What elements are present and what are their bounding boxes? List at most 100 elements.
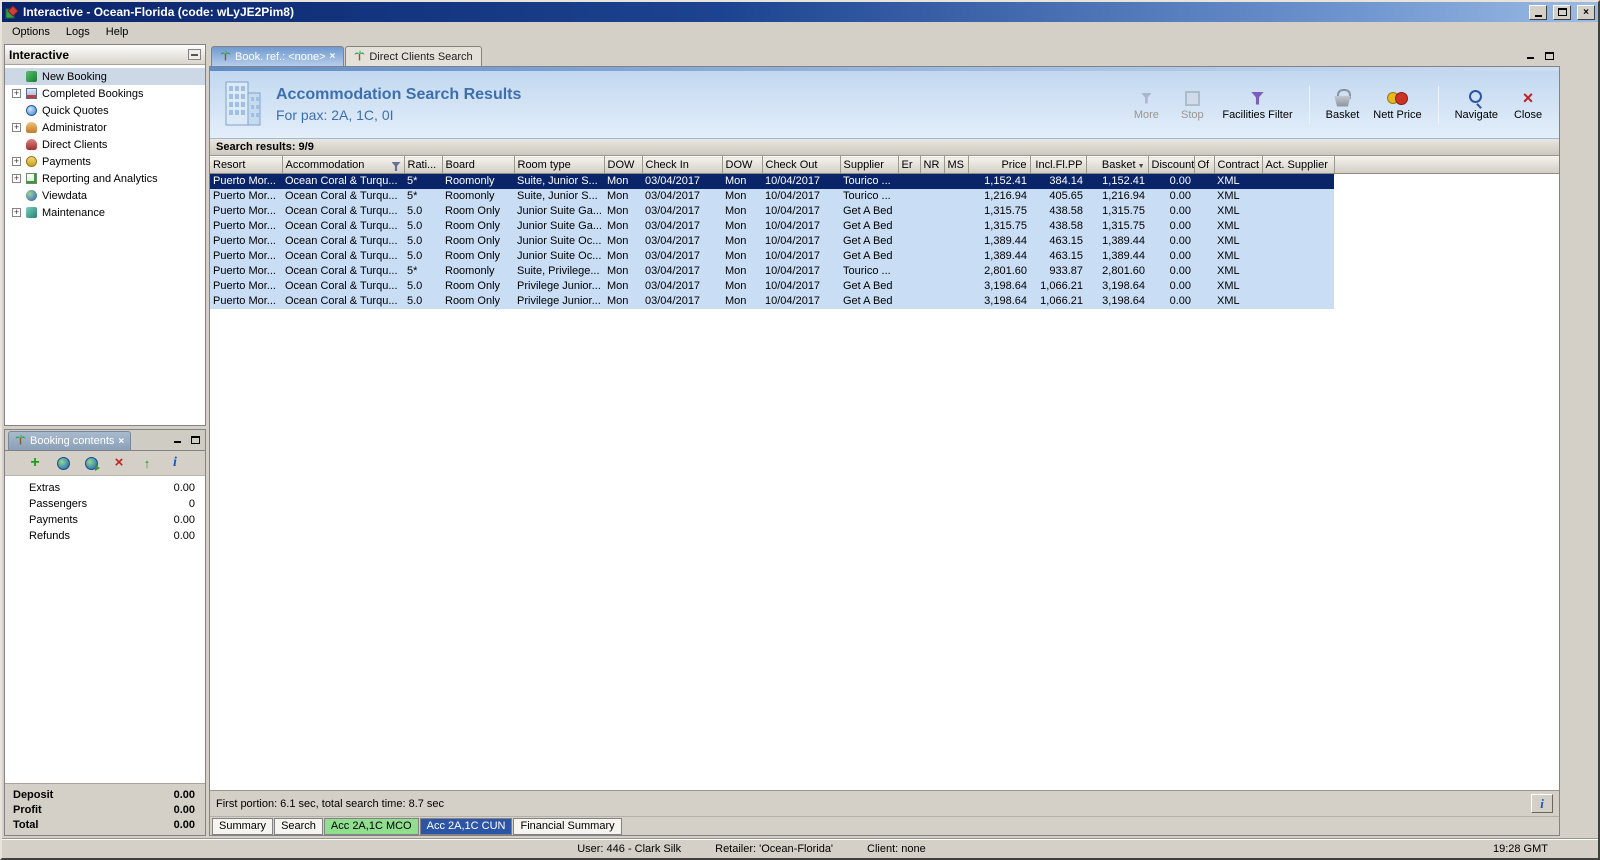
table-cell: 5.0	[404, 248, 442, 264]
close-button[interactable]: ×	[1577, 4, 1595, 20]
search-timing-text: First portion: 6.1 sec, total search tim…	[216, 797, 445, 810]
toolbar-button-label: Close	[1513, 108, 1543, 121]
column-header-discount[interactable]: Discount	[1148, 156, 1195, 174]
sidebar-item-new-booking[interactable]: New Booking	[5, 68, 205, 85]
table-row[interactable]: Puerto Mor... Ocean Coral & Turqu... 5.0 Ro…	[210, 248, 1334, 264]
table-cell: Ocean Coral & Turqu...	[282, 188, 404, 204]
column-header-check-in[interactable]: Check In	[642, 156, 723, 174]
column-header-price[interactable]: Price	[968, 156, 1031, 174]
menu-options[interactable]: Options	[4, 24, 58, 40]
table-cell: 1,315.75	[1086, 218, 1148, 234]
column-header-act-supplier[interactable]: Act. Supplier	[1262, 156, 1335, 174]
booking-toolbar-world-export-icon[interactable]	[80, 453, 102, 473]
info-button[interactable]: i	[1531, 794, 1553, 813]
facilities-filter-button[interactable]: Facilities Filter	[1219, 87, 1295, 123]
expander-icon[interactable]: +	[12, 174, 21, 183]
expander-icon[interactable]: +	[12, 208, 21, 217]
table-cell	[920, 293, 944, 309]
menu-logs[interactable]: Logs	[58, 24, 98, 40]
column-header-basket[interactable]: Basket ▼	[1086, 156, 1149, 174]
sheet-tab-search[interactable]: Search	[274, 817, 323, 835]
booking-toolbar-add-icon[interactable]	[24, 453, 46, 473]
sidebar-item-completed-bookings[interactable]: + Completed Bookings	[5, 85, 205, 102]
results-count: Search results: 9/9	[210, 139, 1559, 156]
table-cell: Mon	[722, 263, 762, 279]
tab-book-ref-none[interactable]: Book. ref.: <none> ×	[211, 46, 345, 66]
booking-toolbar-delete-icon[interactable]	[108, 453, 130, 473]
table-cell: Junior Suite Ga...	[514, 218, 604, 234]
table-row[interactable]: Puerto Mor... Ocean Coral & Turqu... 5* Roo…	[210, 263, 1334, 279]
maximize-editor-button[interactable]	[1542, 50, 1556, 62]
tab-direct-clients-search[interactable]: Direct Clients Search	[345, 46, 482, 66]
results-table: Resort Accommodation Rati... Board Room type…	[210, 156, 1335, 309]
table-cell	[1194, 233, 1214, 249]
column-header-contract[interactable]: Contract	[1214, 156, 1263, 174]
navigate-button[interactable]: Navigate	[1452, 87, 1501, 123]
expander-icon[interactable]: +	[12, 157, 21, 166]
left-column: Interactive New Booking + Completed Bookin…	[4, 44, 206, 836]
column-header-dow[interactable]: DOW	[604, 156, 643, 174]
filter-icon[interactable]	[391, 162, 401, 171]
table-row[interactable]: Puerto Mor... Ocean Coral & Turqu... 5* Roo…	[210, 188, 1334, 204]
sheet-tab-acc-2a-1c-mco[interactable]: Acc 2A,1C MCO	[323, 817, 419, 835]
table-cell: 10/04/2017	[762, 248, 840, 264]
close-button[interactable]: Close	[1509, 87, 1547, 123]
booking-toolbar-info-icon[interactable]	[164, 453, 186, 473]
column-header-room-type[interactable]: Room type	[514, 156, 605, 174]
column-header-board[interactable]: Board	[442, 156, 515, 174]
booking-toolbar-world-icon[interactable]	[52, 453, 74, 473]
basket-button[interactable]: Basket	[1323, 87, 1363, 123]
column-header-check-out[interactable]: Check Out	[762, 156, 841, 174]
table-row[interactable]: Puerto Mor... Ocean Coral & Turqu... 5.0 Ro…	[210, 233, 1334, 249]
sheet-tab-financial-summary[interactable]: Financial Summary	[513, 817, 622, 835]
sidebar-item-administrator[interactable]: + Administrator	[5, 119, 205, 136]
booking-contents-tab[interactable]: Booking contents ×	[8, 431, 132, 450]
sidebar-item-maintenance[interactable]: + Maintenance	[5, 204, 205, 221]
column-header-resort[interactable]: Resort	[210, 156, 283, 174]
sidebar-item-direct-clients[interactable]: Direct Clients	[5, 136, 205, 153]
column-header-nr[interactable]: NR	[920, 156, 945, 174]
nett-price-button[interactable]: Nett Price	[1370, 87, 1424, 123]
table-cell	[898, 293, 920, 309]
booking-toolbar-promote-icon[interactable]	[136, 453, 158, 473]
sidebar-item-viewdata[interactable]: Viewdata	[5, 187, 205, 204]
column-header-er[interactable]: Er	[898, 156, 921, 174]
table-cell: 1,315.75	[968, 203, 1030, 219]
menu-help[interactable]: Help	[98, 24, 137, 40]
table-row[interactable]: Puerto Mor... Ocean Coral & Turqu... 5* Roo…	[210, 173, 1334, 189]
table-row[interactable]: Puerto Mor... Ocean Coral & Turqu... 5.0 Ro…	[210, 278, 1334, 294]
column-header-ms[interactable]: MS	[944, 156, 969, 174]
column-header-of[interactable]: Of	[1194, 156, 1215, 174]
maximize-panel-button[interactable]	[188, 434, 202, 446]
restore-button[interactable]	[1553, 4, 1571, 20]
table-cell: 5*	[404, 173, 442, 189]
table-row[interactable]: Puerto Mor... Ocean Coral & Turqu... 5.0 Ro…	[210, 218, 1334, 234]
column-header-accommodation[interactable]: Accommodation	[282, 156, 405, 174]
interactive-panel: Interactive New Booking + Completed Bookin…	[4, 44, 206, 426]
table-cell: Ocean Coral & Turqu...	[282, 218, 404, 234]
sidebar-item-quick-quotes[interactable]: Quick Quotes	[5, 102, 205, 119]
close-tab-icon[interactable]: ×	[330, 51, 336, 62]
sidebar-item-reporting-and-analytics[interactable]: + Reporting and Analytics	[5, 170, 205, 187]
sheet-tab-summary[interactable]: Summary	[212, 817, 274, 835]
column-header-rati[interactable]: Rati...	[404, 156, 443, 174]
minimize-view-button[interactable]	[188, 49, 201, 60]
sidebar-item-payments[interactable]: + Payments	[5, 153, 205, 170]
sidebar-item-label: Completed Bookings	[42, 87, 144, 100]
expander-icon[interactable]: +	[12, 89, 21, 98]
minimize-editor-button[interactable]	[1523, 50, 1537, 62]
sheet-tab-acc-2a-1c-cun[interactable]: Acc 2A,1C CUN	[419, 817, 513, 835]
table-row[interactable]: Puerto Mor... Ocean Coral & Turqu... 5.0 Ro…	[210, 203, 1334, 219]
column-header-supplier[interactable]: Supplier	[840, 156, 899, 174]
minimize-button[interactable]	[1529, 4, 1547, 20]
column-header-incl-fl-pp[interactable]: Incl.Fl.PP	[1030, 156, 1087, 174]
table-cell	[944, 233, 968, 249]
close-tab-icon[interactable]: ×	[118, 436, 124, 447]
table-row[interactable]: Puerto Mor... Ocean Coral & Turqu... 5.0 Ro…	[210, 293, 1334, 309]
minimize-panel-button[interactable]	[170, 434, 184, 446]
table-cell	[1194, 173, 1214, 189]
booking-total-value: 0.00	[173, 803, 195, 816]
expander-icon[interactable]: +	[12, 123, 21, 132]
table-cell: Mon	[604, 173, 642, 189]
column-header-dow[interactable]: DOW	[722, 156, 763, 174]
